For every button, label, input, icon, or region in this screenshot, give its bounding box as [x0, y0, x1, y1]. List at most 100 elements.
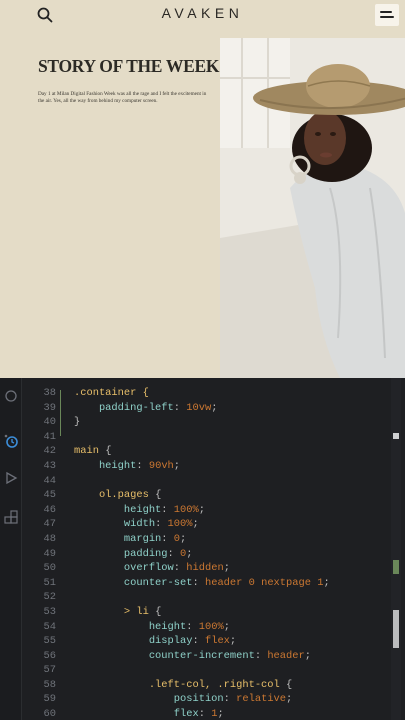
code-token: { [98, 445, 112, 458]
code-token: 100% [198, 620, 224, 633]
line-number: 46 [43, 503, 56, 516]
code-line[interactable]: 54 height: 100%; [22, 620, 391, 635]
code-token: header [267, 649, 305, 662]
code-line[interactable]: 52 [22, 590, 391, 605]
code-line[interactable]: 45 ol.pages { [22, 488, 391, 503]
line-text: padding: 0; [74, 547, 193, 562]
code-token: : [192, 576, 205, 589]
line-number: 55 [43, 635, 56, 648]
code-token: : [161, 503, 174, 516]
code-token: ol.pages [74, 489, 149, 502]
code-token: 100% [173, 503, 199, 516]
line-number: 57 [43, 664, 56, 677]
line-number: 38 [43, 387, 56, 399]
code-token: 100% [167, 518, 193, 531]
line-number: 54 [43, 620, 56, 633]
code-line[interactable]: 50 overflow: hidden; [22, 561, 391, 576]
code-token: height [74, 459, 137, 472]
line-number: 58 [43, 678, 56, 691]
code-line[interactable]: 57 [22, 663, 391, 678]
story-title: STORY OF THE WEEK [38, 56, 220, 76]
line-number: 42 [43, 445, 56, 458]
line-number: 44 [43, 474, 56, 487]
code-token: ; [304, 649, 311, 662]
code-token: overflow [74, 562, 174, 575]
code-token: 10vw [186, 401, 212, 414]
code-editor: 38 .container {39 padding-left: 10vw; 40} 4… [0, 378, 405, 720]
code-line[interactable]: 49 padding: 0; [22, 547, 391, 562]
line-text: height: 90vh; [74, 459, 180, 474]
code-line[interactable]: 48 margin: 0; [22, 532, 391, 547]
site-logo[interactable]: AVAKEN [0, 5, 405, 21]
code-line[interactable]: 41 [22, 430, 391, 445]
line-text: height: 100%; [74, 620, 230, 635]
code-token: } [74, 416, 81, 429]
code-token: ; [286, 693, 293, 706]
line-number: 59 [43, 693, 56, 706]
code-token: > li [74, 605, 149, 618]
line-text: main { [74, 444, 111, 459]
code-token: .container { [74, 387, 149, 399]
story-body-text: Day 1 at Milan Digital Fashion Week was … [38, 91, 207, 105]
line-text: width: 100%; [74, 517, 199, 532]
code-token: : [173, 562, 187, 575]
code-token: counter-increment [74, 649, 255, 662]
code-token: counter-set [74, 576, 193, 589]
code-line[interactable]: 56 counter-increment: header; [22, 649, 391, 664]
code-line[interactable]: 44 [22, 474, 391, 489]
line-text: .container { [74, 386, 149, 401]
line-text: counter-increment: header; [74, 649, 311, 664]
code-token: padding [74, 547, 168, 560]
code-token: ; [198, 503, 205, 516]
explorer-icon[interactable] [3, 388, 19, 404]
line-text: flex: 1; [74, 707, 224, 720]
code-token: width [74, 518, 156, 531]
code-line[interactable]: 59 position: relative; [22, 692, 391, 707]
line-text: position: relative; [74, 692, 293, 707]
history-icon[interactable] [3, 433, 19, 449]
code-line[interactable]: 46 height: 100%; [22, 503, 391, 518]
line-number: 51 [43, 576, 56, 589]
line-number: 48 [43, 532, 56, 545]
code-line[interactable]: 53 > li { [22, 605, 391, 620]
line-number: 49 [43, 547, 56, 560]
line-number: 40 [43, 416, 56, 429]
code-line[interactable]: 60 flex: 1; [22, 707, 391, 720]
code-line[interactable]: 40} [22, 415, 391, 430]
activity-bar [0, 378, 22, 720]
code-lines[interactable]: 38 .container {39 padding-left: 10vw; 40} 4… [22, 386, 391, 720]
code-token: flex [204, 635, 230, 648]
code-token: flex [74, 708, 199, 720]
code-token: : [173, 401, 187, 414]
hamburger-menu-icon[interactable] [375, 4, 399, 26]
line-number: 60 [43, 708, 56, 720]
code-token: position [74, 693, 224, 706]
extensions-icon[interactable] [3, 510, 19, 526]
code-token: : [254, 649, 268, 662]
code-line[interactable]: 51 counter-set: header 0 nextpage 1; [22, 576, 391, 591]
code-line[interactable]: 55 display: flex; [22, 634, 391, 649]
code-line[interactable]: 43 height: 90vh; [22, 459, 391, 474]
code-line[interactable]: 39 padding-left: 10vw; [22, 401, 391, 416]
line-text: overflow: hidden; [74, 561, 230, 576]
code-token: : [167, 547, 181, 560]
code-token: height [74, 620, 187, 633]
code-token: padding-left [74, 401, 174, 414]
editor-scrollbar[interactable] [391, 378, 401, 720]
line-text: display: flex; [74, 634, 236, 649]
code-line[interactable]: 38 .container { [22, 386, 391, 401]
code-token: ; [223, 562, 230, 575]
code-token: { [148, 489, 162, 502]
line-number: 43 [43, 459, 56, 472]
code-token: 90vh [148, 459, 174, 472]
code-line[interactable]: 47 width: 100%; [22, 517, 391, 532]
code-token: display [74, 635, 193, 648]
code-token: { [148, 605, 162, 618]
code-line[interactable]: 42 main { [22, 444, 391, 459]
line-number: 53 [43, 605, 56, 618]
line-text: padding-left: 10vw; [74, 401, 218, 416]
code-line[interactable]: 58 .left-col, .right-col { [22, 678, 391, 693]
line-text: } [74, 415, 80, 430]
scroll-thumb[interactable] [393, 610, 399, 648]
run-debug-icon[interactable] [3, 470, 19, 486]
